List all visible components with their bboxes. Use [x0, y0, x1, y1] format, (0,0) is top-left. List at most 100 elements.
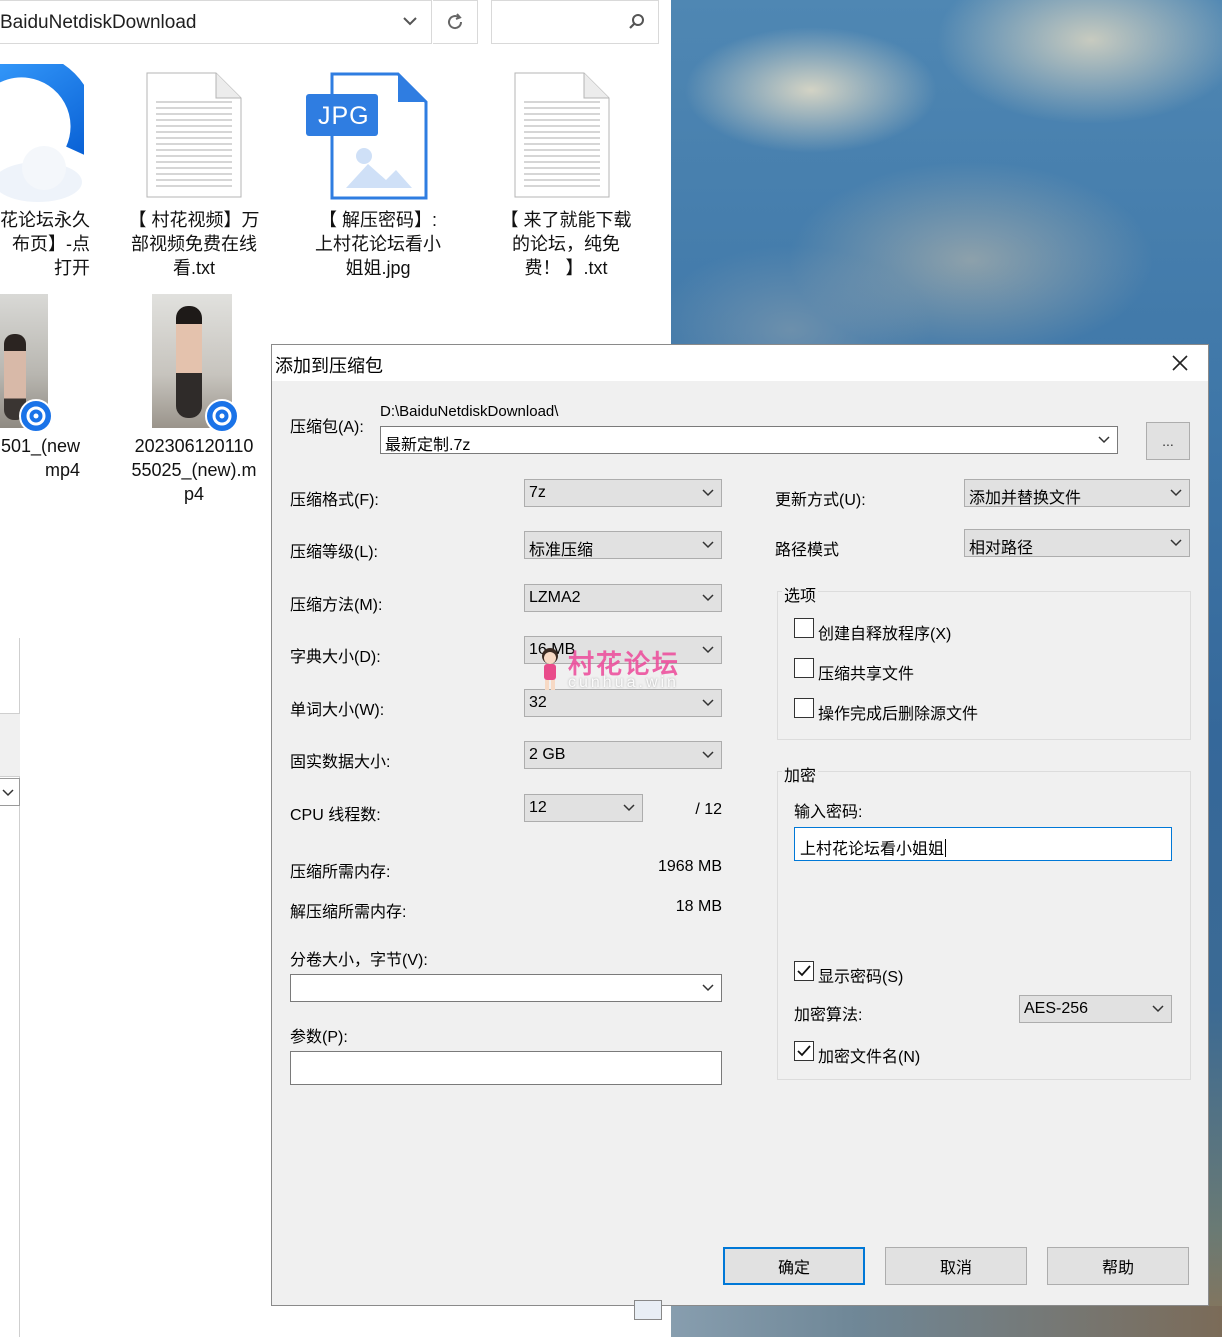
chevron-down-icon — [702, 699, 714, 707]
volume-combo[interactable] — [290, 974, 722, 1002]
dialog-title: 添加到压缩包 — [275, 356, 383, 376]
show-password-checkbox[interactable] — [794, 961, 814, 981]
panel-area — [0, 714, 20, 776]
archive-name-combo[interactable]: 最新定制.7z — [380, 426, 1118, 454]
help-button[interactable]: 帮助 — [1047, 1247, 1189, 1285]
file-label[interactable]: 【 来了就能下载 的论坛，纯免 费！ 】.txt — [496, 208, 636, 280]
file-label[interactable]: 202306120110 55025_(new).m p4 — [124, 434, 264, 506]
encrypt-names-label: 加密文件名(N) — [818, 1049, 921, 1066]
password-value-wrap: 上村花论坛看小姐姐 — [800, 835, 947, 859]
path-value: 相对路径 — [969, 540, 1034, 557]
archive-name-value: 最新定制.7z — [385, 437, 471, 454]
search-input[interactable] — [491, 0, 659, 44]
chevron-down-icon — [1170, 489, 1182, 497]
browser-icon — [0, 64, 84, 202]
chevron-down-icon — [1152, 1005, 1164, 1013]
mem-decompress-value: 18 MB — [675, 898, 722, 915]
sfx-checkbox[interactable] — [794, 618, 814, 638]
cancel-button[interactable]: 取消 — [885, 1247, 1027, 1285]
encrypt-names-checkbox[interactable] — [794, 1041, 814, 1061]
params-label: 参数(P): — [290, 1029, 348, 1046]
format-value: 7z — [529, 484, 546, 501]
hidden-combo[interactable] — [0, 778, 20, 806]
refresh-button[interactable] — [433, 0, 478, 44]
solid-label: 固实数据大小: — [290, 754, 391, 771]
check-icon — [797, 1045, 811, 1057]
chevron-down-icon[interactable] — [402, 13, 418, 29]
chevron-down-icon — [1098, 436, 1110, 444]
delete-source-checkbox[interactable] — [794, 698, 814, 718]
options-title: 选项 — [782, 582, 819, 606]
solid-value: 2 GB — [529, 746, 566, 763]
chevron-down-icon — [702, 751, 714, 759]
archive-label: 压缩包(A): — [290, 419, 364, 436]
dict-label: 字典大小(D): — [290, 649, 381, 666]
file-label[interactable]: 【 解压密码】: 上村花论坛看小 姐姐.jpg — [308, 208, 448, 280]
delete-source-label: 操作完成后删除源文件 — [818, 706, 979, 723]
chevron-down-icon — [702, 646, 714, 654]
path-combo[interactable]: 相对路径 — [964, 529, 1190, 557]
jpg-badge: JPG — [318, 102, 370, 130]
chevron-down-icon — [702, 594, 714, 602]
divider — [0, 776, 20, 777]
add-to-archive-dialog: 添加到压缩包 压缩包(A): D:\BaiduNetdiskDownload\ … — [271, 344, 1209, 1306]
video-player-icon — [205, 399, 239, 433]
path-label: 路径模式 — [775, 542, 840, 559]
cpu-total: / 12 — [695, 801, 722, 818]
cpu-label: CPU 线程数: — [290, 807, 381, 824]
video-figure — [176, 306, 202, 418]
method-value: LZMA2 — [529, 589, 581, 606]
volume-label: 分卷大小，字节(V): — [290, 952, 428, 969]
word-combo[interactable]: 32 — [524, 689, 722, 717]
text-file-icon[interactable] — [146, 72, 242, 198]
text-file-icon[interactable] — [514, 72, 610, 198]
background-window-edge — [0, 638, 20, 1337]
password-value: 上村花论坛看小姐姐 — [800, 841, 945, 858]
chevron-down-icon — [1170, 539, 1182, 547]
refresh-icon — [448, 13, 463, 30]
search-icon — [629, 14, 644, 29]
format-combo[interactable]: 7z — [524, 479, 722, 507]
file-label[interactable]: 【 村花视频】万 部视频免费在线 看.txt — [124, 208, 264, 280]
ok-button[interactable]: 确定 — [723, 1247, 865, 1285]
method-label: 压缩方法(M): — [290, 597, 383, 614]
enc-method-combo[interactable]: AES-256 — [1019, 995, 1172, 1023]
params-input[interactable] — [290, 1051, 722, 1085]
mem-compress-label: 压缩所需内存: — [290, 864, 391, 881]
browse-button[interactable]: ... — [1146, 422, 1190, 460]
file-label[interactable]: 501_(new mp4 — [0, 434, 80, 482]
cpu-value: 12 — [529, 799, 547, 816]
level-label: 压缩等级(L): — [290, 544, 379, 561]
shared-files-checkbox[interactable] — [794, 658, 814, 678]
update-label: 更新方式(U): — [775, 492, 866, 509]
close-icon[interactable] — [1170, 353, 1190, 373]
mem-compress-value: 1968 MB — [657, 858, 722, 875]
address-text: BaiduNetdiskDownload — [0, 12, 197, 33]
file-label[interactable]: 花论坛永久 布页】-点 打开 — [0, 208, 90, 280]
level-value: 标准压缩 — [529, 542, 594, 559]
cpu-combo[interactable]: 12 — [524, 794, 643, 822]
update-value: 添加并替换文件 — [969, 490, 1082, 507]
format-label: 压缩格式(F): — [290, 492, 379, 509]
update-combo[interactable]: 添加并替换文件 — [964, 479, 1190, 507]
archive-path: D:\BaiduNetdiskDownload\ — [380, 403, 559, 420]
enc-method-value: AES-256 — [1024, 1000, 1089, 1017]
solid-combo[interactable]: 2 GB — [524, 741, 722, 769]
chevron-down-icon — [623, 804, 635, 812]
password-input[interactable]: 上村花论坛看小姐姐 — [794, 827, 1172, 861]
address-bar[interactable]: BaiduNetdiskDownload — [0, 0, 432, 44]
dict-combo[interactable]: 16 MB — [524, 636, 722, 664]
encryption-title: 加密 — [782, 762, 819, 786]
chevron-down-icon — [702, 984, 714, 992]
dialog-titlebar[interactable]: 添加到压缩包 — [272, 345, 1208, 381]
text-caret — [945, 839, 947, 857]
show-password-label: 显示密码(S) — [818, 969, 904, 986]
file-icon-browser-shortcut[interactable] — [0, 64, 84, 204]
method-combo[interactable]: LZMA2 — [524, 584, 722, 612]
mem-decompress-label: 解压缩所需内存: — [290, 904, 407, 921]
sfx-label: 创建自释放程序(X) — [818, 626, 952, 643]
level-combo[interactable]: 标准压缩 — [524, 531, 722, 559]
jpg-file-icon[interactable] — [306, 72, 428, 200]
chevron-down-icon — [702, 489, 714, 497]
password-label: 输入密码: — [794, 804, 863, 821]
